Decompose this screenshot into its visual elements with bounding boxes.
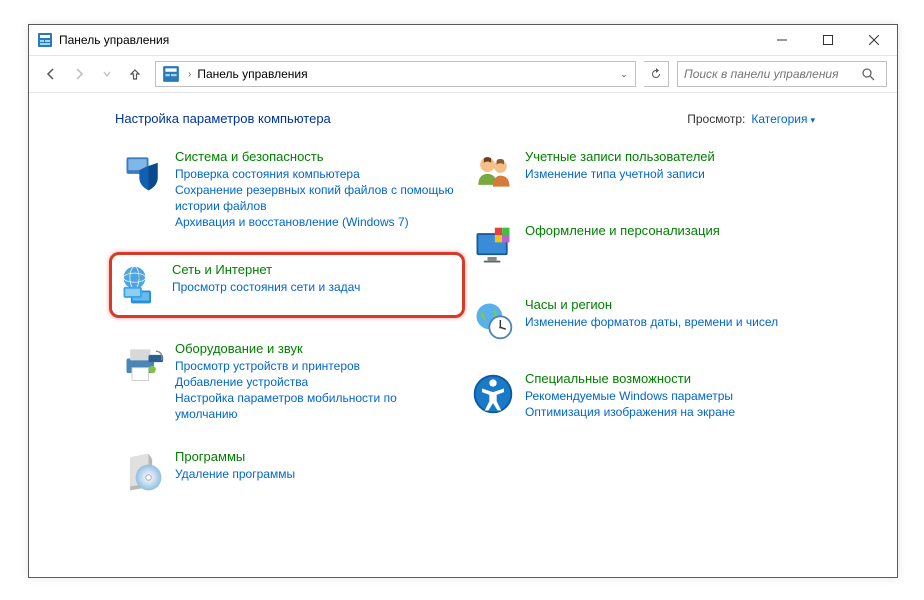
navbar: › Панель управления ⌄ xyxy=(29,56,897,93)
category-user-accounts: Учетные записи пользователей Изменение т… xyxy=(465,144,815,200)
content-area: Настройка параметров компьютера Просмотр… xyxy=(29,93,897,577)
search-box[interactable] xyxy=(677,61,887,87)
chevron-right-icon[interactable]: › xyxy=(184,69,195,80)
category-ease-of-access: Специальные возможности Рекомендуемые Wi… xyxy=(465,366,815,424)
monitor-colors-icon[interactable] xyxy=(469,222,517,270)
category-clock-region: Часы и регион Изменение форматов даты, в… xyxy=(465,292,815,348)
page-heading: Настройка параметров компьютера xyxy=(115,111,331,126)
close-button[interactable] xyxy=(851,25,897,55)
view-by-label: Просмотр: xyxy=(687,112,745,126)
task-link[interactable]: Настройка параметров мобильности по умол… xyxy=(175,390,461,422)
view-by-dropdown[interactable]: Категория▾ xyxy=(751,112,815,126)
category-title[interactable]: Оформление и персонализация xyxy=(525,223,720,238)
clock-globe-icon[interactable] xyxy=(469,296,517,344)
task-link[interactable]: Архивация и восстановление (Windows 7) xyxy=(175,214,461,230)
printer-icon[interactable] xyxy=(119,340,167,388)
maximize-button[interactable] xyxy=(805,25,851,55)
category-network-internet: Сеть и Интернет Просмотр состояния сети … xyxy=(109,252,465,318)
shield-icon[interactable] xyxy=(119,148,167,196)
category-appearance-personalization: Оформление и персонализация xyxy=(465,218,815,274)
task-link[interactable]: Добавление устройства xyxy=(175,374,461,390)
task-link[interactable]: Удаление программы xyxy=(175,466,461,482)
forward-button[interactable] xyxy=(67,62,91,86)
control-panel-icon xyxy=(162,65,180,83)
category-title[interactable]: Система и безопасность xyxy=(175,149,324,164)
task-link[interactable]: Оптимизация изображения на экране xyxy=(525,404,811,420)
category-hardware-sound: Оборудование и звук Просмотр устройств и… xyxy=(115,336,465,426)
titlebar: Панель управления xyxy=(29,25,897,56)
window-title: Панель управления xyxy=(59,33,169,47)
minimize-button[interactable] xyxy=(759,25,805,55)
category-programs: Программы Удаление программы xyxy=(115,444,465,500)
recent-dropdown[interactable] xyxy=(95,62,119,86)
task-link[interactable]: Изменение типа учетной записи xyxy=(525,166,811,182)
address-bar[interactable]: › Панель управления ⌄ xyxy=(155,61,636,87)
accessibility-icon[interactable] xyxy=(469,370,517,418)
task-link[interactable]: Изменение форматов даты, времени и чисел xyxy=(525,314,811,330)
category-title[interactable]: Программы xyxy=(175,449,245,464)
globe-network-icon[interactable] xyxy=(116,261,164,309)
breadcrumb-root[interactable]: Панель управления xyxy=(195,67,309,81)
task-link[interactable]: Просмотр устройств и принтеров xyxy=(175,358,461,374)
category-title[interactable]: Сеть и Интернет xyxy=(172,262,272,277)
back-button[interactable] xyxy=(39,62,63,86)
category-title[interactable]: Оборудование и звук xyxy=(175,341,303,356)
task-link[interactable]: Просмотр состояния сети и задач xyxy=(172,279,458,295)
category-title[interactable]: Учетные записи пользователей xyxy=(525,149,715,164)
control-panel-icon xyxy=(37,32,53,48)
task-link[interactable]: Проверка состояния компьютера xyxy=(175,166,461,182)
search-input[interactable] xyxy=(678,67,862,81)
users-icon[interactable] xyxy=(469,148,517,196)
task-link[interactable]: Сохранение резервных копий файлов с помо… xyxy=(175,182,461,214)
task-link[interactable]: Рекомендуемые Windows параметры xyxy=(525,388,811,404)
up-button[interactable] xyxy=(123,62,147,86)
category-system-security: Система и безопасность Проверка состояни… xyxy=(115,144,465,234)
category-title[interactable]: Специальные возможности xyxy=(525,371,691,386)
category-title[interactable]: Часы и регион xyxy=(525,297,612,312)
disc-box-icon[interactable] xyxy=(119,448,167,496)
control-panel-window: Панель управления › Панель управления ⌄ xyxy=(28,24,898,578)
refresh-button[interactable] xyxy=(644,61,669,87)
address-dropdown[interactable]: ⌄ xyxy=(615,69,633,80)
search-icon[interactable] xyxy=(862,68,886,81)
